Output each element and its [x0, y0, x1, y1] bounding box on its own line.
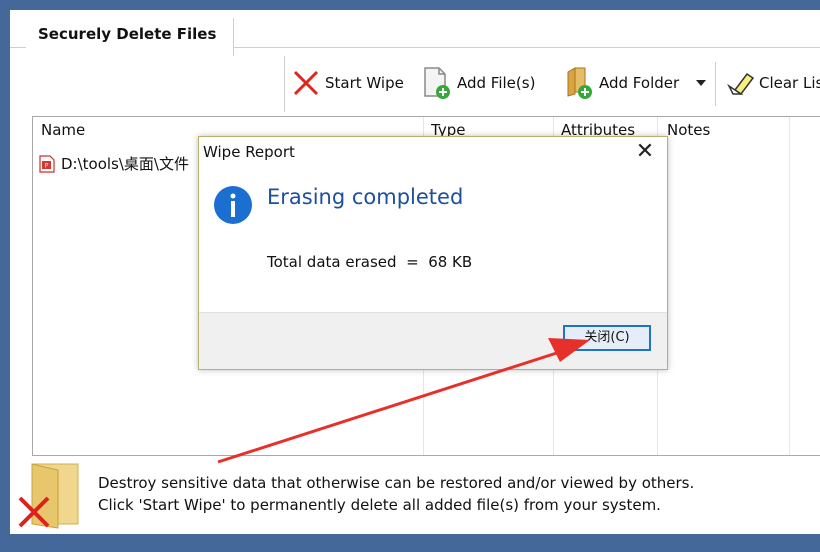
red-arrow-annotation: [217, 338, 590, 464]
